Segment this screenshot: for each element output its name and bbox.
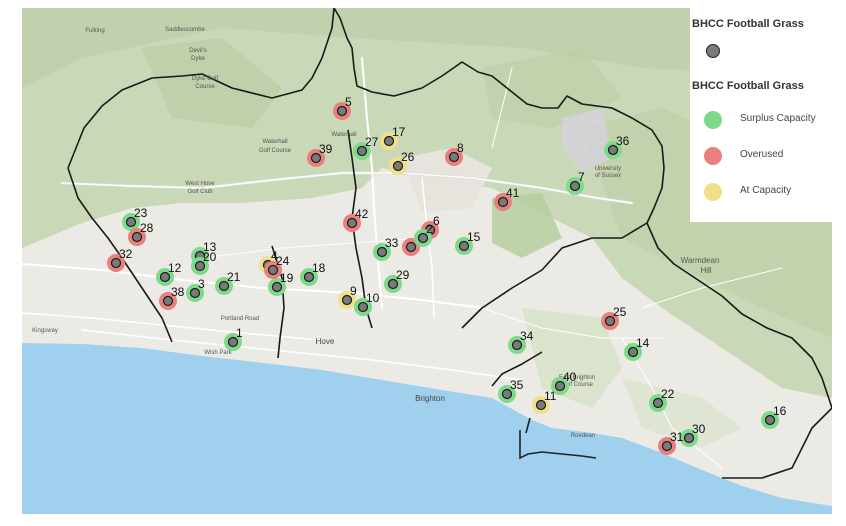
- legend-swatch-overused: [704, 147, 722, 165]
- legend-label-overused: Overused: [740, 149, 784, 160]
- legend-swatch-surplus: [704, 111, 722, 129]
- legend-point-symbol: [706, 44, 720, 58]
- legend-panel: BHCC Football Grass BHCC Football Grass …: [690, 8, 832, 222]
- place-label: Course: [195, 84, 215, 90]
- site-label: 23: [134, 206, 148, 220]
- site-label: 3: [198, 277, 205, 291]
- place-label: University: [595, 166, 621, 172]
- place-label: Waterhall: [331, 132, 356, 138]
- site-label: 8: [457, 141, 464, 155]
- site-label: 19: [280, 271, 294, 285]
- site-label: 40: [563, 370, 577, 384]
- place-label: Golf Club: [187, 189, 213, 195]
- site-label: 32: [119, 247, 133, 261]
- site-label: 17: [392, 125, 406, 139]
- site-label: 25: [613, 305, 627, 319]
- site-label: 1: [236, 326, 243, 340]
- legend-category-title: BHCC Football Grass: [692, 80, 804, 92]
- site-label: 27: [365, 135, 379, 149]
- place-label: Golf Course: [259, 148, 292, 154]
- site-label: 38: [171, 285, 185, 299]
- legend-label-at-capacity: At Capacity: [740, 185, 792, 196]
- site-label: 26: [401, 150, 415, 164]
- place-label: Waterhall: [262, 139, 287, 145]
- site-label: 28: [140, 221, 154, 235]
- site-label: 16: [773, 404, 787, 418]
- site-label: 12: [168, 261, 182, 275]
- site-label: 10: [366, 291, 380, 305]
- site-label: 34: [520, 329, 534, 343]
- place-label: Wish Park: [204, 350, 232, 356]
- site-label: 15: [467, 230, 481, 244]
- place-label: Roedean: [571, 433, 595, 439]
- place-label: Hill: [700, 266, 711, 275]
- site-label: 22: [661, 387, 675, 401]
- site-label: 5: [345, 95, 352, 109]
- site-label: 33: [385, 236, 399, 250]
- site-label: 21: [227, 270, 241, 284]
- place-label: Kingsway: [32, 328, 58, 334]
- site-label: 7: [578, 170, 585, 184]
- site-label: 31: [670, 430, 684, 444]
- place-label: of Sussex: [595, 173, 621, 179]
- site-label: 30: [692, 422, 706, 436]
- legend-item-at-capacity: At Capacity: [704, 180, 832, 204]
- legend-swatch-at-capacity: [704, 183, 722, 201]
- site-label: 35: [510, 378, 524, 392]
- place-label: Dyke Golf: [192, 76, 219, 82]
- place-label: Saddlescombe: [165, 27, 205, 33]
- legend-item-overused: Overused: [704, 144, 832, 168]
- site-label: 2: [426, 222, 433, 236]
- site-label: 42: [355, 207, 369, 221]
- place-label: Portland Road: [221, 316, 259, 322]
- site-label: 9: [350, 284, 357, 298]
- site-label: 20: [203, 250, 217, 264]
- site-label: 29: [396, 268, 410, 282]
- place-label: Devil's: [189, 48, 206, 54]
- place-label: West Hove: [185, 181, 215, 187]
- site-label: 18: [312, 261, 326, 275]
- site-label: 36: [616, 134, 630, 148]
- site-label: 41: [506, 186, 520, 200]
- site-label: 6: [433, 214, 440, 228]
- place-label: Hove: [316, 337, 335, 346]
- place-label: Brighton: [415, 394, 445, 403]
- legend-layer-title: BHCC Football Grass: [692, 18, 804, 30]
- place-label: Fulking: [85, 28, 104, 34]
- site-label: 39: [319, 142, 333, 156]
- place-label: Warmdean: [681, 256, 720, 265]
- site-label: 14: [636, 336, 650, 350]
- site-label: 24: [276, 254, 290, 268]
- legend-item-surplus: Surplus Capacity: [704, 108, 832, 132]
- legend-label-surplus: Surplus Capacity: [740, 113, 816, 124]
- place-label: Dyke: [191, 56, 205, 62]
